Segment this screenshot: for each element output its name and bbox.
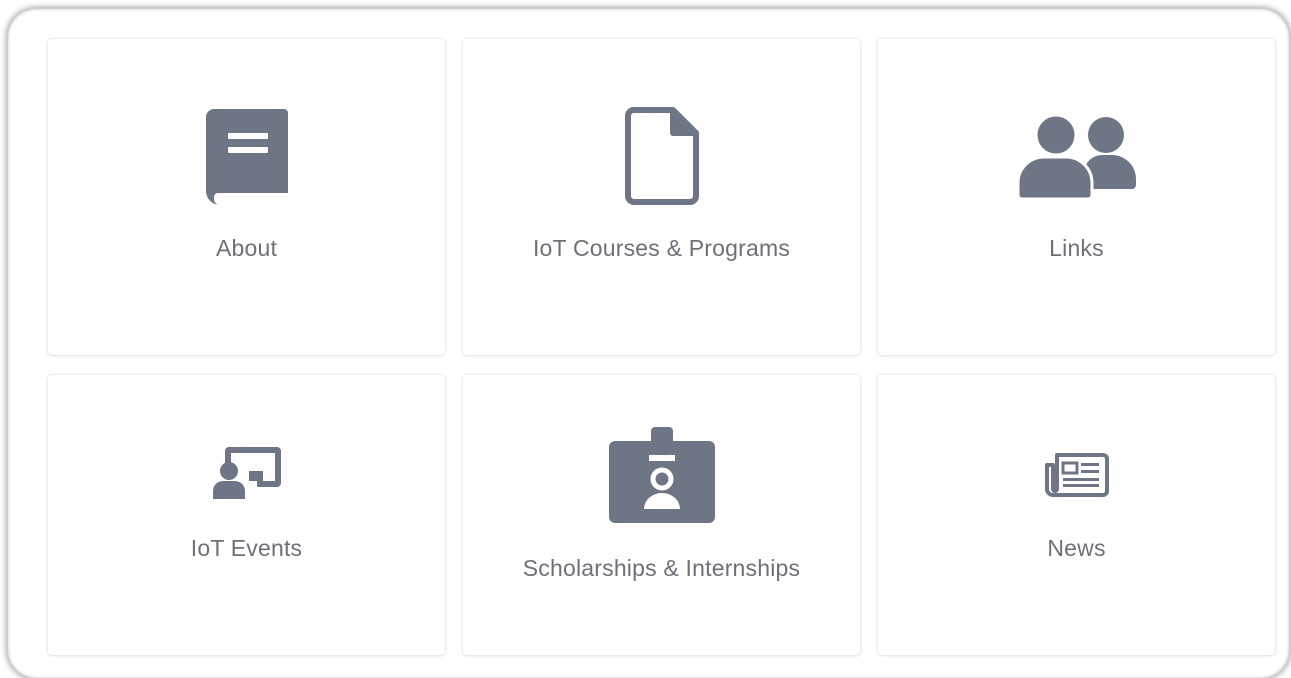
menu-panel: About IoT Courses & Programs Links IoT E…: [8, 9, 1289, 678]
id-badge-icon: [608, 427, 715, 523]
tile-iot-courses-programs[interactable]: IoT Courses & Programs: [463, 39, 860, 355]
tile-label: IoT Events: [190, 535, 303, 561]
newspaper-icon: [1044, 453, 1109, 497]
tile-links[interactable]: Links: [878, 39, 1275, 355]
tile-label: News: [1047, 535, 1106, 561]
file-icon: [624, 107, 699, 205]
tile-scholarships-internships[interactable]: Scholarships & Internships: [463, 375, 860, 655]
tile-label: About: [215, 235, 278, 261]
book-icon: [205, 109, 288, 205]
tile-about[interactable]: About: [48, 39, 445, 355]
menu-grid: About IoT Courses & Programs Links IoT E…: [48, 39, 1276, 655]
tile-label: Links: [1049, 235, 1104, 261]
tile-news[interactable]: News: [878, 375, 1275, 655]
tile-iot-events[interactable]: IoT Events: [48, 375, 445, 655]
users-icon: [1016, 113, 1136, 199]
presentation-icon: [212, 447, 281, 499]
tile-label: IoT Courses & Programs: [532, 235, 791, 261]
tile-label: Scholarships & Internships: [522, 555, 801, 581]
